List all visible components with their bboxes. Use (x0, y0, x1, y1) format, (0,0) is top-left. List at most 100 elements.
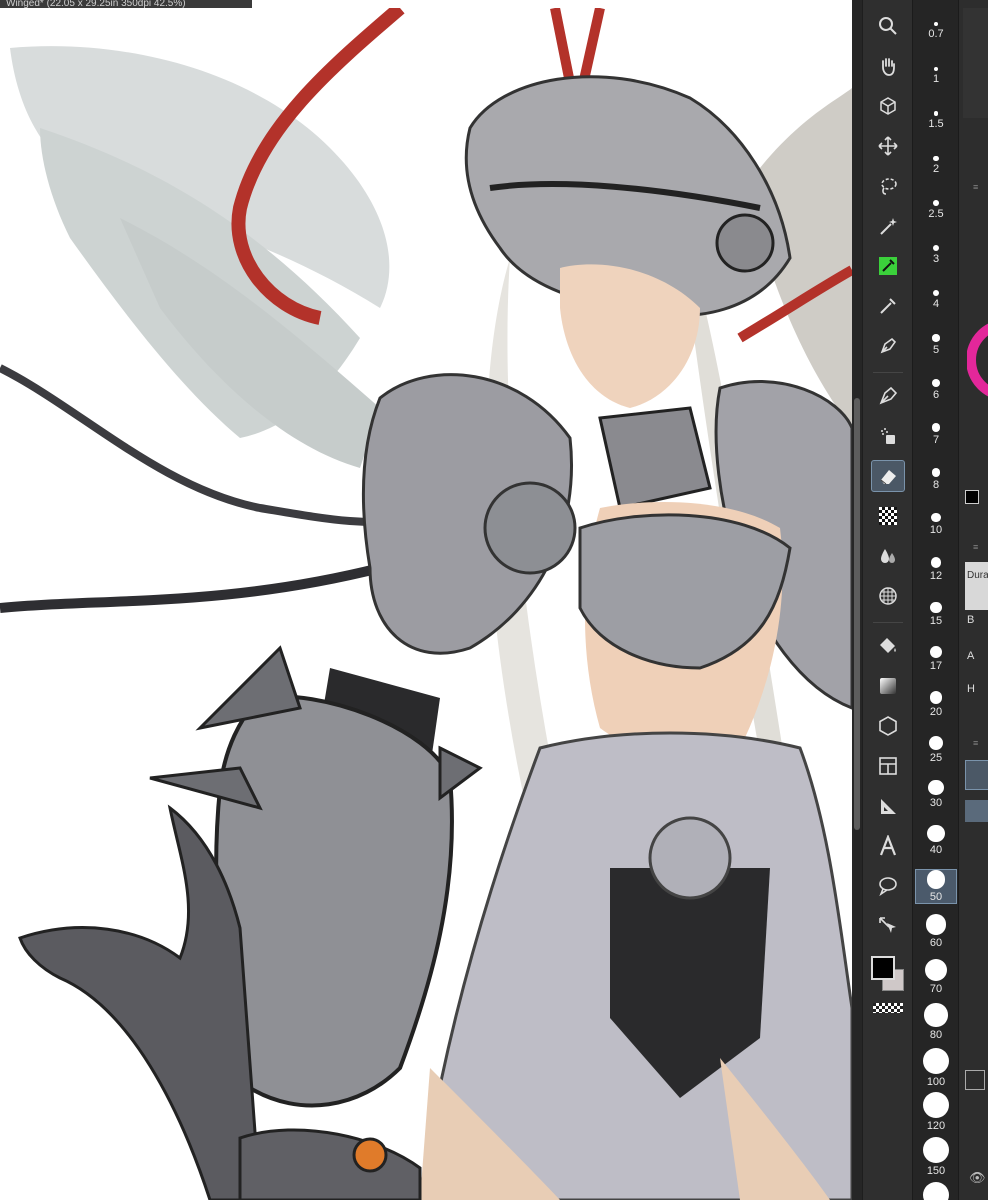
document-title: Winged* (22.05 x 29.25in 350dpi 42.5%) (6, 0, 186, 8)
brush-size-dot (923, 1047, 949, 1074)
panel-label: H (967, 683, 975, 695)
eye-icon[interactable]: 👁 (969, 1170, 986, 1186)
lasso-tool-button[interactable] (871, 170, 905, 202)
brush-size-item[interactable]: 70 (915, 958, 957, 995)
hexagon-icon (879, 716, 897, 736)
brush-size-dot (930, 646, 942, 659)
brush-size-item[interactable]: 3 (915, 245, 957, 265)
mesh-tool-button[interactable] (871, 580, 905, 612)
transparent-color-swatch[interactable] (873, 1003, 903, 1013)
brush-size-item[interactable]: 12 (915, 557, 957, 582)
current-color-chip[interactable] (965, 490, 979, 504)
panel-grip-icon[interactable]: ≡ (973, 182, 978, 192)
eyedropper-tool-button[interactable] (871, 290, 905, 322)
ruler-icon (881, 799, 896, 814)
object-tool-button[interactable] (871, 90, 905, 122)
main-color-swatch[interactable] (871, 956, 895, 980)
panel-label: B (967, 614, 975, 626)
brush-size-item[interactable]: 5 (915, 334, 957, 356)
cursor-line-icon (879, 917, 896, 933)
brush-size-label: 1 (932, 72, 940, 85)
brush-size-item[interactable]: 1.5 (915, 111, 957, 130)
gradient-tool-button[interactable] (871, 670, 905, 702)
brush-size-item[interactable]: 100 (915, 1047, 957, 1088)
brush-size-label: 80 (929, 1028, 943, 1041)
drops-icon (881, 549, 895, 563)
brush-size-label: 40 (929, 843, 943, 856)
pencil-tool-button[interactable] (871, 380, 905, 412)
brush-size-item[interactable]: 6 (915, 378, 957, 401)
eyedropper-icon (879, 257, 897, 275)
layer-square-icon[interactable] (965, 1070, 985, 1090)
brush-size-label: 60 (929, 936, 943, 949)
decoration-tool-button[interactable] (871, 500, 905, 532)
navigator-panel[interactable] (963, 8, 988, 118)
brush-size-item[interactable]: 0.7 (915, 22, 957, 40)
canvas-vertical-scrollbar[interactable] (852, 0, 862, 1200)
auto-select-tool-button[interactable] (871, 210, 905, 242)
magnifier-icon (879, 17, 897, 35)
color-swatch[interactable] (868, 953, 908, 999)
frame-tool-button[interactable] (871, 750, 905, 782)
mesh-icon (879, 587, 897, 605)
sub-tool-item[interactable] (965, 800, 988, 822)
letter-a-icon (879, 835, 897, 856)
sub-tool-eraser-item[interactable] (965, 760, 988, 790)
brush-size-item[interactable]: 7 (915, 423, 957, 446)
brush-size-dot (932, 289, 940, 297)
eyedropper-green-tool-button[interactable] (871, 250, 905, 282)
brush-size-item[interactable]: 8 (915, 468, 957, 491)
zoom-tool-button[interactable] (871, 10, 905, 42)
brush-size-dot (931, 468, 941, 477)
document-tab[interactable]: Winged* (22.05 x 29.25in 350dpi 42.5%) (0, 0, 252, 8)
brush-size-dot (930, 601, 942, 614)
brush-size-item[interactable]: 50 (915, 869, 957, 905)
brush-size-item[interactable]: 150 (915, 1137, 957, 1177)
airbrush-tool-button[interactable] (871, 420, 905, 452)
brush-size-item[interactable]: 1 (915, 66, 957, 85)
brush-size-item[interactable]: 17 (915, 646, 957, 672)
brush-size-label: 5 (932, 343, 940, 356)
text-tool-button[interactable] (871, 830, 905, 862)
panel-grip-icon[interactable]: ≡ (973, 738, 978, 748)
fill-tool-button[interactable] (871, 630, 905, 662)
brush-size-item[interactable]: 80 (915, 1003, 957, 1041)
panel-label: Dura (967, 570, 988, 581)
brush-size-item[interactable]: 2 (915, 155, 957, 175)
pen-tool-button[interactable] (871, 330, 905, 362)
color-wheel-icon (967, 323, 988, 397)
brush-size-item[interactable]: 40 (915, 824, 957, 856)
blend-tool-button[interactable] (871, 540, 905, 572)
brush-size-label: 8 (932, 478, 940, 491)
brush-size-item[interactable]: 30 (915, 780, 957, 809)
brush-size-item[interactable]: 10 (915, 512, 957, 536)
move-tool-button[interactable] (871, 130, 905, 162)
brush-size-item[interactable]: 20 (915, 691, 957, 718)
brush-size-label: 2.5 (928, 208, 944, 221)
drawing-canvas[interactable]: Winged* (22.05 x 29.25in 350dpi 42.5%) (0, 0, 852, 1200)
hand-tool-button[interactable] (871, 50, 905, 82)
figure-tool-button[interactable] (871, 710, 905, 742)
brush-size-item[interactable]: 60 (915, 914, 957, 949)
brush-size-item[interactable]: 4 (915, 289, 957, 310)
brush-size-dot (923, 1092, 949, 1119)
brush-size-item[interactable]: 15 (915, 601, 957, 627)
correct-line-tool-button[interactable] (871, 910, 905, 942)
brush-size-dot (923, 1137, 949, 1163)
brush-size-item[interactable]: 25 (915, 735, 957, 764)
panel-grip-icon[interactable]: ≡ (973, 542, 978, 552)
tool-palette (862, 0, 912, 1200)
balloon-tool-button[interactable] (871, 870, 905, 902)
ruler-tool-button[interactable] (871, 790, 905, 822)
scrollbar-thumb[interactable] (854, 398, 860, 830)
brush-size-item[interactable]: 2.5 (915, 200, 957, 220)
color-wheel-panel[interactable] (963, 200, 988, 480)
brush-size-dot (928, 780, 944, 796)
gradient-icon (880, 678, 896, 694)
brush-size-label: 0.7 (928, 28, 944, 40)
speech-balloon-icon (879, 877, 897, 897)
brush-size-item[interactable]: 120 (915, 1092, 957, 1132)
brush-size-dot (934, 22, 938, 26)
eraser-tool-button[interactable] (871, 460, 905, 492)
brush-size-item[interactable]: 170 (915, 1181, 957, 1200)
